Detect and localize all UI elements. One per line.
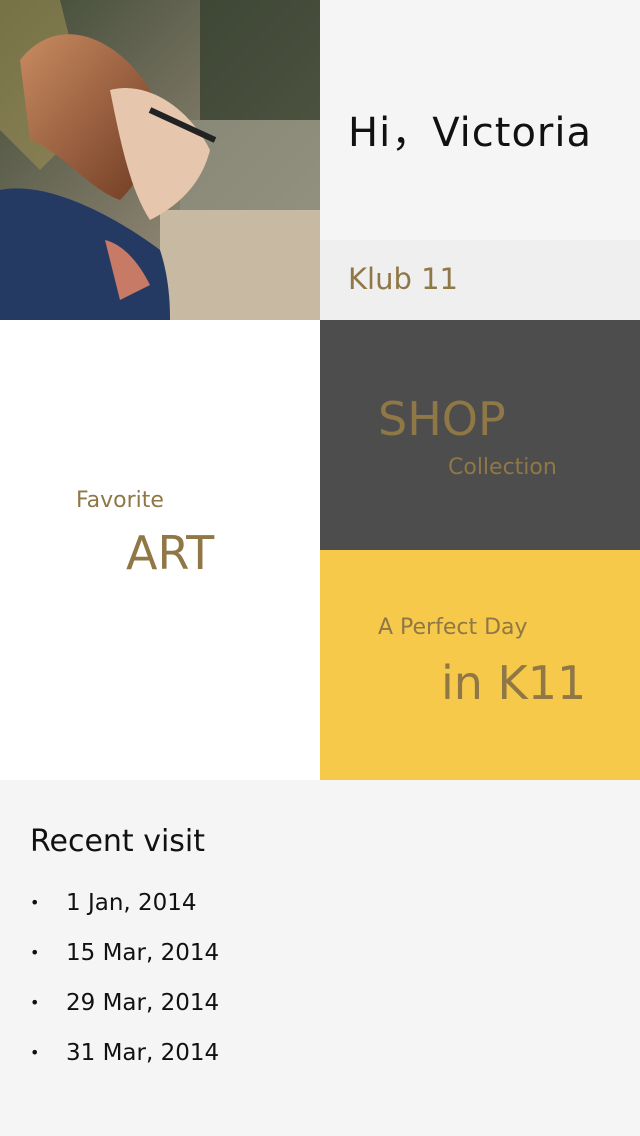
- perfect-day-tile[interactable]: A Perfect Day in K11: [320, 550, 640, 780]
- recent-visit-section: Recent visit • 1 Jan, 2014 • 15 Mar, 201…: [0, 780, 640, 1136]
- greeting-text: Hi，Victoria: [348, 110, 593, 156]
- bullet-icon: •: [30, 1043, 40, 1062]
- visit-date: 15 Mar, 2014: [66, 940, 220, 966]
- bullet-icon: •: [30, 893, 40, 912]
- visit-date: 31 Mar, 2014: [66, 1040, 220, 1066]
- recent-visit-title: Recent visit: [30, 824, 206, 859]
- collection-label: Collection: [448, 455, 557, 480]
- greeting-panel: Hi，Victoria: [320, 0, 640, 240]
- favorite-label: Favorite: [76, 488, 164, 513]
- visit-date: 1 Jan, 2014: [66, 890, 197, 916]
- in-k11-label: in K11: [441, 656, 587, 710]
- club-name: Klub 11: [348, 262, 458, 296]
- favorite-art-tile[interactable]: Favorite ART: [0, 320, 320, 780]
- list-item[interactable]: • 1 Jan, 2014: [30, 888, 219, 938]
- shop-label: SHOP: [378, 392, 506, 446]
- visit-date: 29 Mar, 2014: [66, 990, 220, 1016]
- profile-photo[interactable]: [0, 0, 320, 320]
- list-item[interactable]: • 15 Mar, 2014: [30, 938, 219, 988]
- list-item[interactable]: • 29 Mar, 2014: [30, 988, 219, 1038]
- recent-visit-list: • 1 Jan, 2014 • 15 Mar, 2014 • 29 Mar, 2…: [30, 888, 219, 1088]
- shop-collection-tile[interactable]: SHOP Collection: [320, 320, 640, 550]
- perfect-day-label: A Perfect Day: [378, 615, 528, 640]
- profile-photo-image: [0, 0, 320, 320]
- club-panel[interactable]: Klub 11: [320, 240, 640, 320]
- list-item[interactable]: • 31 Mar, 2014: [30, 1038, 219, 1088]
- art-label: ART: [126, 526, 215, 580]
- bullet-icon: •: [30, 943, 40, 962]
- bullet-icon: •: [30, 993, 40, 1012]
